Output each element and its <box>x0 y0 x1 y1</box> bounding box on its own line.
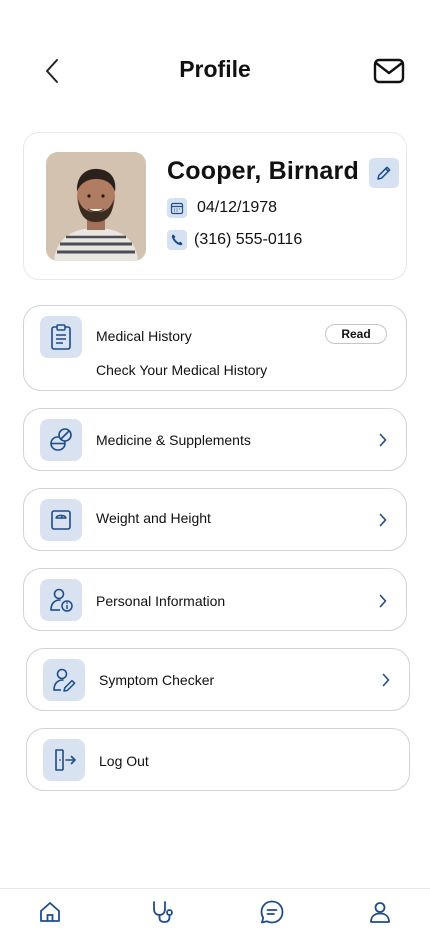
weight-height-label: Weight and Height <box>96 510 211 526</box>
profile-card: Cooper, Birnard 04/12/1978 (316) 555-011… <box>23 132 407 280</box>
personal-information-label: Personal Information <box>96 593 226 609</box>
avatar <box>46 152 146 261</box>
medical-history-label: Medical History <box>96 328 192 344</box>
chevron-right-icon <box>376 593 390 609</box>
user-edit-icon <box>43 659 85 701</box>
clipboard-icon <box>40 316 82 358</box>
stethoscope-icon <box>153 901 173 923</box>
profile-icon <box>370 902 390 923</box>
chevron-right-icon <box>376 432 390 448</box>
dob-row: 04/12/1978 <box>167 198 277 218</box>
nav-profile[interactable] <box>366 899 394 925</box>
pills-icon <box>40 419 82 461</box>
medical-history-subtitle: Check Your Medical History <box>96 362 268 378</box>
logout-label: Log Out <box>99 753 149 769</box>
top-bar: Profile <box>0 40 430 100</box>
user-info-icon <box>40 579 82 621</box>
calendar-icon <box>167 198 187 218</box>
page-title: Profile <box>179 56 251 82</box>
mail-button[interactable] <box>372 56 406 86</box>
chevron-right-icon <box>379 672 393 688</box>
symptom-checker-label: Symptom Checker <box>99 672 215 688</box>
bottom-nav <box>0 888 430 932</box>
edit-profile-button[interactable] <box>369 158 399 188</box>
phone-icon <box>167 230 187 250</box>
nav-doctors[interactable] <box>150 899 178 925</box>
envelope-icon <box>373 58 405 84</box>
pencil-icon <box>377 166 391 180</box>
personal-information-item[interactable]: Personal Information <box>23 568 407 631</box>
weight-height-item[interactable]: Weight and Height <box>23 488 407 551</box>
medicine-supplements-label: Medicine & Supplements <box>96 432 251 448</box>
nav-home[interactable] <box>36 899 64 925</box>
scale-icon <box>40 499 82 541</box>
home-icon <box>40 902 60 922</box>
dob-text: 04/12/1978 <box>197 199 278 216</box>
chat-icon <box>260 900 284 924</box>
chevron-right-icon <box>376 512 390 528</box>
symptom-checker-item[interactable]: Symptom Checker <box>26 648 410 711</box>
phone-text: (316) 555-0116 <box>194 231 303 248</box>
medical-history-card[interactable]: Medical History Read Check Your Medical … <box>23 305 407 391</box>
nav-messages[interactable] <box>258 899 286 925</box>
phone-row: (316) 555-0116 <box>167 230 302 250</box>
user-name: Cooper, Birnard <box>167 157 359 185</box>
logout-icon <box>43 739 85 781</box>
read-badge[interactable]: Read <box>325 324 387 344</box>
logout-item[interactable]: Log Out <box>26 728 410 791</box>
medicine-supplements-item[interactable]: Medicine & Supplements <box>23 408 407 471</box>
